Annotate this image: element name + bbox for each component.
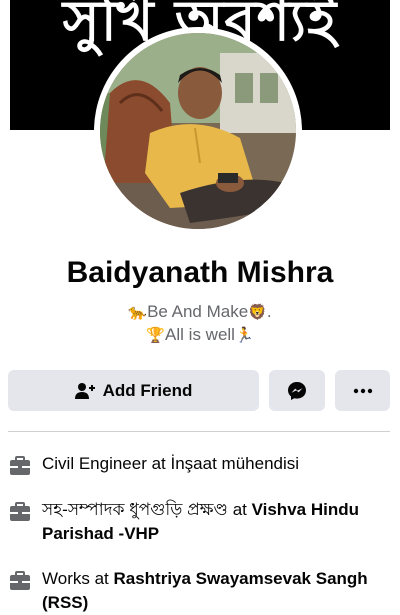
profile-picture[interactable] bbox=[100, 33, 296, 229]
profile-picture-frame[interactable] bbox=[94, 27, 302, 235]
lion-face-icon: 🦁 bbox=[248, 304, 267, 321]
runner-icon: 🏃 bbox=[234, 327, 254, 344]
intro-item-prefix: Works at bbox=[42, 569, 114, 588]
more-options-button[interactable] bbox=[335, 370, 390, 411]
intro-item-text: Civil Engineer at İnşaat mühendisi bbox=[42, 452, 299, 476]
briefcase-icon bbox=[10, 571, 30, 590]
section-divider bbox=[8, 431, 390, 432]
add-friend-label: Add Friend bbox=[102, 380, 193, 400]
intro-item-work-2[interactable]: সহ-সম্পাদক ধুপগুড়ি প্রক্ষণ্ড at Vishva … bbox=[8, 498, 390, 546]
bio-line-2: 🏆All is well🏃 bbox=[0, 324, 400, 347]
briefcase-icon bbox=[10, 456, 30, 475]
profile-photo-image bbox=[100, 33, 296, 229]
intro-item-work-1[interactable]: Civil Engineer at İnşaat mühendisi bbox=[8, 452, 390, 478]
intro-item-text: Works at Rashtriya Swayamsevak Sangh (RS… bbox=[42, 567, 390, 615]
bio-line-1-suffix: . bbox=[266, 302, 272, 321]
intro-item-text: সহ-সম্পাদক ধুপগুড়ি প্রক্ষণ্ড at Vishva … bbox=[42, 498, 390, 546]
messenger-button[interactable] bbox=[269, 370, 325, 411]
bio-line-1: 🐆Be And Make🦁. bbox=[0, 301, 400, 324]
intro-item-prefix: Civil Engineer at İnşaat mühendisi bbox=[42, 454, 300, 473]
lion-icon: 🐆 bbox=[128, 304, 148, 321]
add-friend-button[interactable]: Add Friend bbox=[8, 370, 259, 411]
trophy-icon: 🏆 bbox=[146, 327, 166, 344]
profile-bio: 🐆Be And Make🦁. 🏆All is well🏃 bbox=[0, 301, 400, 347]
profile-name: Baidyanath Mishra bbox=[66, 256, 334, 289]
bio-line-1-text: Be And Make bbox=[147, 302, 249, 321]
more-icon bbox=[353, 388, 372, 393]
messenger-icon bbox=[288, 381, 306, 400]
add-friend-icon bbox=[74, 382, 95, 399]
intro-item-prefix: সহ-সম্পাদক ধুপগুড়ি প্রক্ষণ্ড at bbox=[42, 500, 252, 519]
bio-line-2-text: All is well bbox=[165, 325, 235, 344]
briefcase-icon bbox=[10, 502, 30, 521]
intro-item-work-3[interactable]: Works at Rashtriya Swayamsevak Sangh (RS… bbox=[8, 567, 390, 615]
